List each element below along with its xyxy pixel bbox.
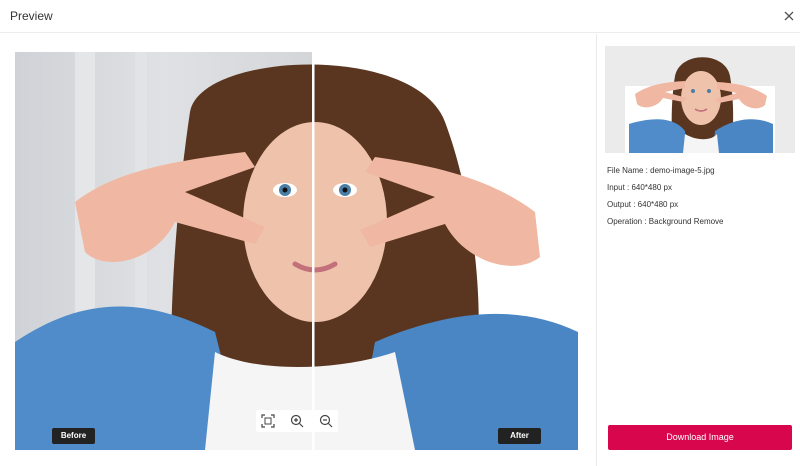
zoom-toolbar [256,410,338,432]
zoom-in-icon[interactable] [289,413,305,429]
before-label: Before [52,428,95,444]
input-size-text: Input : 640*480 px [607,183,672,192]
before-after-compare[interactable] [15,52,578,450]
modal-header: Preview [0,0,800,33]
fit-screen-icon[interactable] [260,413,276,429]
download-image-button[interactable]: Download Image [608,425,792,450]
output-size-text: Output : 640*480 px [607,200,679,209]
subject-face [243,122,387,322]
result-thumbnail [605,46,795,153]
compare-divider-line [312,52,315,450]
details-panel: File Name : demo-image-5.jpg Input : 640… [597,34,800,466]
zoom-out-icon[interactable] [318,413,334,429]
close-icon[interactable] [781,8,797,24]
modal-title: Preview [10,9,53,23]
after-label: After [498,428,541,444]
file-name-text: File Name : demo-image-5.jpg [607,166,715,175]
operation-text: Operation : Background Remove [607,217,724,226]
